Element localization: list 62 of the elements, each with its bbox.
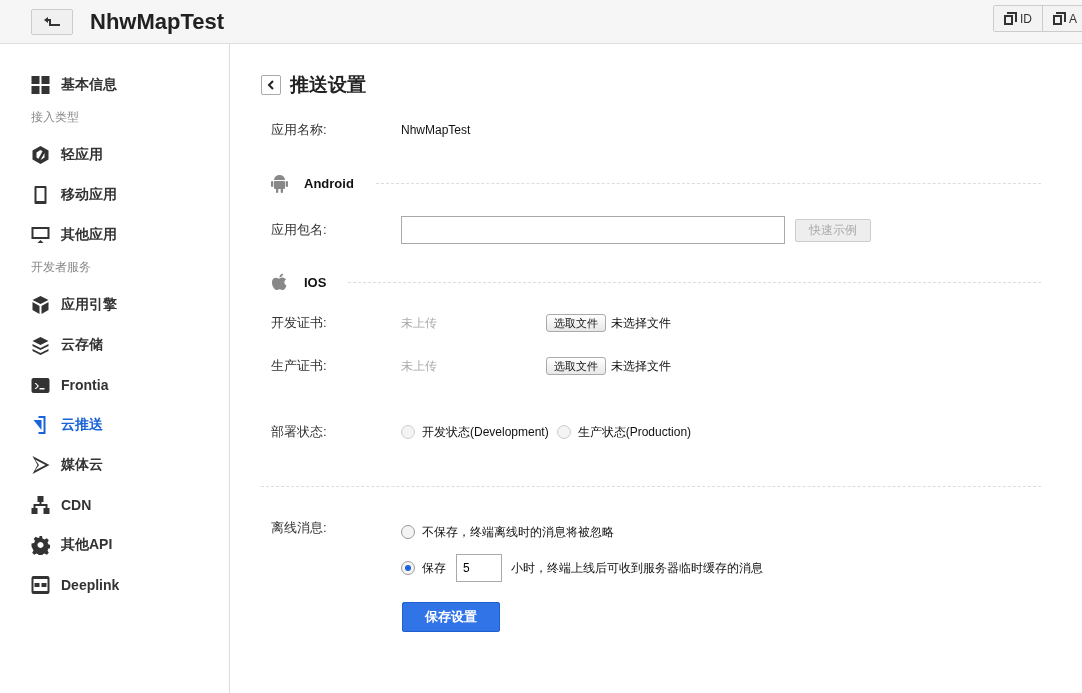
- play-arrow-icon: [31, 455, 50, 475]
- network-icon: [31, 495, 50, 515]
- app-title: NhwMapTest: [90, 8, 225, 35]
- section-heading: 开发者服务: [30, 259, 92, 276]
- layers-icon: [31, 335, 50, 355]
- cube-icon: [31, 295, 50, 315]
- save-settings-button[interactable]: 保存设置: [402, 602, 500, 632]
- page-title: 推送设置: [290, 73, 366, 97]
- upload-status: 未上传: [401, 314, 438, 332]
- field-label: 应用包名:: [270, 221, 328, 239]
- glasses-icon: [31, 575, 50, 595]
- sidebar-item[interactable]: CDN: [0, 485, 229, 525]
- sidebar-item[interactable]: 云推送: [0, 405, 229, 445]
- field-label: 部署状态:: [270, 423, 328, 441]
- sidebar-item[interactable]: 云存储: [0, 325, 229, 365]
- sidebar-item[interactable]: 轻应用: [0, 135, 229, 175]
- field-label: 生产证书:: [270, 357, 328, 375]
- radio-button[interactable]: [556, 425, 571, 439]
- hours-input-field[interactable]: 5: [456, 554, 502, 582]
- sidebar-item[interactable]: 其他API: [0, 525, 229, 565]
- option-description: 小时，终端上线后可收到服务器临时缓存的消息: [511, 559, 763, 577]
- choose-file-button[interactable]: 选取文件: [546, 314, 606, 332]
- radio-button[interactable]: [401, 561, 415, 575]
- copy-button[interactable]: ID: [994, 6, 1043, 31]
- file-name: 未选择文件: [611, 314, 671, 332]
- radio-label: 开发状态(Development): [422, 423, 549, 441]
- sidebar-item[interactable]: 媒体云: [0, 445, 229, 485]
- upload-status: 未上传: [401, 357, 438, 375]
- field-label: 离线消息:: [270, 519, 328, 537]
- grid-icon: [31, 75, 50, 95]
- app-name-value: NhwMapTest: [401, 123, 471, 137]
- section-title: IOS: [304, 274, 327, 290]
- package-input-field[interactable]: [401, 216, 785, 244]
- back-button[interactable]: [261, 75, 281, 95]
- hexagon-icon: [31, 145, 50, 165]
- copy-icon: [1053, 12, 1066, 25]
- sidebar-item[interactable]: Deeplink: [0, 565, 229, 605]
- field-label: 应用名称:: [270, 121, 328, 139]
- radio-button[interactable]: [401, 425, 415, 439]
- sidebar-item[interactable]: 移动应用: [0, 175, 229, 215]
- sidebar-item[interactable]: 其他应用: [0, 215, 229, 255]
- gear-icon: [31, 535, 50, 555]
- return-arrow-icon: [43, 16, 61, 27]
- radio-label: 生产状态(Production): [577, 423, 692, 441]
- choose-file-button[interactable]: 选取文件: [546, 357, 606, 375]
- chevron-left-icon: [267, 80, 275, 90]
- section-title: Android: [304, 175, 354, 191]
- radio-button[interactable]: [401, 525, 415, 539]
- copy-icon: [1004, 12, 1017, 25]
- option-label: 不保存，终端离线时的消息将被忽略: [422, 523, 614, 541]
- file-name: 未选择文件: [611, 357, 671, 375]
- field-label: 开发证书:: [270, 314, 328, 332]
- section-heading: 接入类型: [30, 109, 80, 126]
- apple-icon: [271, 272, 288, 292]
- monitor-icon: [31, 225, 50, 245]
- sidebar-item[interactable]: 应用引擎: [0, 285, 229, 325]
- option-label: 保存: [422, 559, 446, 577]
- back-button[interactable]: [31, 8, 73, 35]
- terminal-icon: [31, 375, 50, 395]
- android-icon: [271, 173, 288, 193]
- sidebar-item[interactable]: Frontia: [0, 365, 229, 405]
- sidebar-item[interactable]: 基本信息: [0, 65, 229, 105]
